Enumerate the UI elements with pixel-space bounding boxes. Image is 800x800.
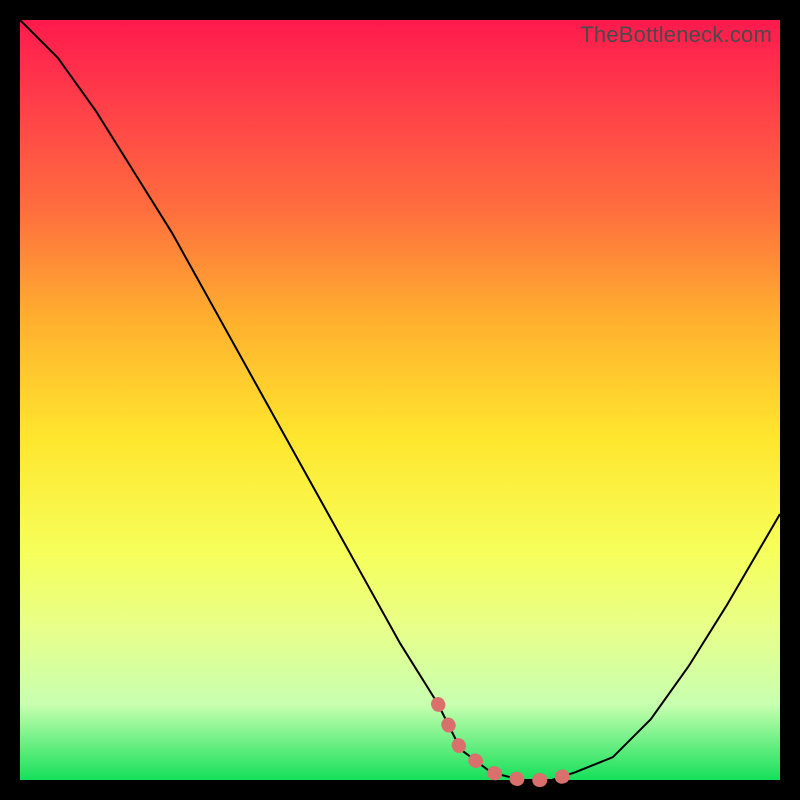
optimal-zone-highlight (438, 704, 575, 780)
chart-svg (20, 20, 780, 780)
chart-frame: TheBottleneck.com (0, 0, 800, 800)
plot-area: TheBottleneck.com (20, 20, 780, 780)
bottleneck-curve-path (20, 20, 780, 780)
